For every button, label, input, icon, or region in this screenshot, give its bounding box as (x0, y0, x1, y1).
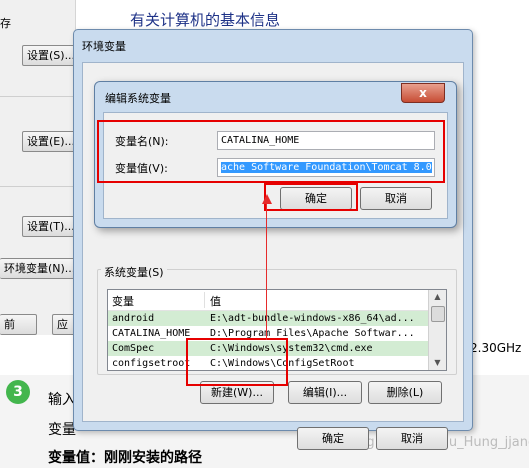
scroll-up-icon[interactable]: ▲ (429, 290, 446, 304)
settings-e-button[interactable]: 设置(E)... (22, 131, 81, 152)
system-variables-label: 系统变量(S) (101, 264, 167, 280)
step-line-3-label: 变量值： (48, 450, 104, 466)
settings-s-button[interactable]: 设置(S)... (22, 45, 81, 66)
dialog-title: 环境变量 (82, 40, 126, 53)
list-scrollbar[interactable]: ▲ ▼ (428, 290, 446, 370)
step-line-3-value: 刚刚安装的路径 (104, 450, 202, 466)
dialog-title: 编辑系统变量 (105, 92, 171, 105)
cancel-button[interactable]: 取消 (376, 427, 448, 450)
delete-variable-button[interactable]: 删除(L) (368, 381, 442, 404)
row-name: ComSpec (112, 343, 155, 354)
column-divider (204, 292, 205, 308)
row-name: android (112, 313, 155, 324)
step-line-2: 变量 (48, 422, 76, 438)
ok-button-partial[interactable]: 前 (0, 314, 37, 335)
cancel-button[interactable]: 取消 (360, 187, 432, 210)
scroll-down-icon[interactable]: ▼ (429, 356, 446, 370)
separator (0, 96, 75, 97)
separator (0, 186, 75, 187)
step-line-3: 变量值：刚刚安装的路径 (48, 447, 202, 467)
step-line-1: 输入 (48, 392, 76, 408)
column-header-variable[interactable]: 变量 (112, 293, 134, 309)
list-header: 变量 值 (108, 290, 428, 311)
scrollbar-thumb[interactable] (431, 306, 445, 322)
annotation-box-new (186, 338, 288, 386)
edit-variable-button[interactable]: 编辑(I)... (288, 381, 362, 404)
annotation-box-fields (97, 120, 445, 183)
cpu-speed: 2.30GHz (470, 341, 522, 355)
row-value: E:\adt-bundle-windows-x86_64\ad... (210, 313, 415, 324)
basic-info-title: 有关计算机的基本信息 (130, 11, 281, 29)
environment-variables-button[interactable]: 环境变量(N)... (0, 258, 81, 279)
table-row[interactable]: android E:\adt-bundle-windows-x86_64\ad.… (108, 311, 428, 326)
row-name: CATALINA_HOME (112, 328, 191, 339)
column-header-value[interactable]: 值 (210, 293, 221, 309)
settings-t-button[interactable]: 设置(T)... (22, 216, 80, 237)
row-name: configsetroot (112, 358, 191, 369)
arrow-up-icon (262, 194, 272, 204)
annotation-arrow-line (266, 200, 267, 340)
annotation-box-ok (264, 183, 358, 211)
close-icon[interactable]: x (401, 83, 445, 103)
left-fragment-text: 存 (0, 17, 11, 30)
ok-button[interactable]: 确定 (297, 427, 369, 450)
step-number-badge: 3 (6, 380, 30, 404)
